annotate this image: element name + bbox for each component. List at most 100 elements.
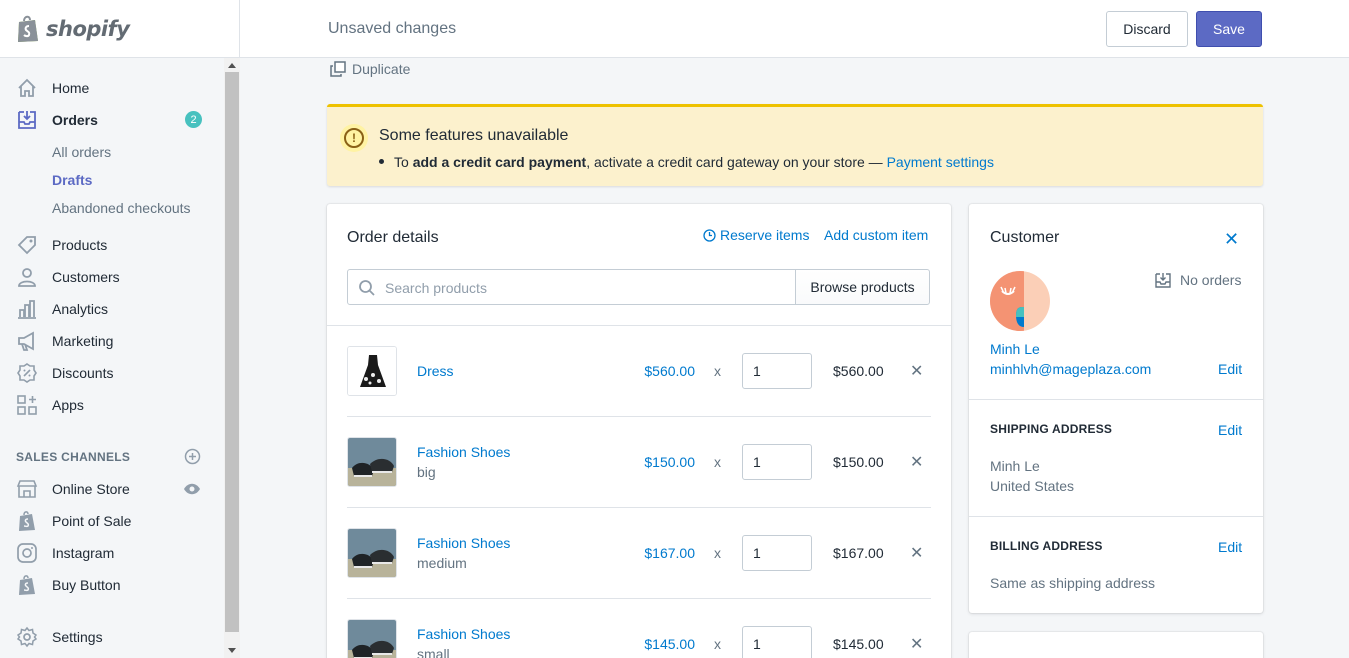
customer-orders-count: No orders bbox=[1155, 272, 1241, 288]
sidebar-item-orders[interactable]: Orders 2 bbox=[0, 104, 224, 136]
add-channel-icon[interactable] bbox=[184, 448, 201, 465]
sidebar-item-settings[interactable]: Settings bbox=[0, 621, 224, 653]
line-item-name[interactable]: Fashion Shoes bbox=[417, 535, 510, 551]
remove-line-item-icon[interactable]: ✕ bbox=[910, 543, 923, 563]
sidebar-item-discounts[interactable]: Discounts bbox=[0, 357, 224, 389]
secondary-card bbox=[969, 632, 1263, 658]
sidebar-item-label: Online Store bbox=[52, 481, 130, 497]
eye-icon[interactable] bbox=[183, 482, 201, 496]
line-item-price[interactable]: $167.00 bbox=[644, 545, 695, 561]
product-thumbnail-shoes bbox=[347, 528, 397, 578]
sidebar-item-online-store[interactable]: Online Store bbox=[0, 473, 224, 505]
quantity-input[interactable]: 1 bbox=[742, 535, 812, 571]
scroll-down-arrow-icon[interactable] bbox=[228, 648, 236, 653]
edit-contact-button[interactable]: Edit bbox=[1218, 361, 1242, 377]
line-item-row: Fashion Shoes small $145.00 x 1 $145.00 … bbox=[347, 599, 931, 658]
orders-count-badge: 2 bbox=[185, 111, 202, 128]
banner-title: Some features unavailable bbox=[379, 127, 569, 144]
sidebar-item-label: Settings bbox=[52, 629, 103, 645]
line-item-name[interactable]: Fashion Shoes bbox=[417, 626, 510, 642]
quantity-input[interactable]: 1 bbox=[742, 444, 812, 480]
billing-address-heading: BILLING ADDRESS bbox=[990, 539, 1103, 553]
search-products-input[interactable]: Search products bbox=[347, 269, 796, 305]
line-item-name[interactable]: Fashion Shoes bbox=[417, 444, 510, 460]
warning-icon: ! bbox=[340, 124, 368, 152]
remove-line-item-icon[interactable]: ✕ bbox=[910, 634, 923, 654]
duplicate-action[interactable]: Duplicate bbox=[330, 61, 410, 77]
tag-icon bbox=[17, 236, 36, 255]
remove-line-item-icon[interactable]: ✕ bbox=[910, 452, 923, 472]
duplicate-label: Duplicate bbox=[352, 61, 411, 77]
sidebar-item-point-of-sale[interactable]: Point of Sale bbox=[0, 505, 224, 537]
shoes-image bbox=[348, 529, 396, 577]
order-details-title: Order details bbox=[347, 229, 439, 246]
sales-channels-heading: SALES CHANNELS bbox=[16, 450, 131, 464]
sidebar-item-apps[interactable]: Apps bbox=[0, 389, 224, 421]
quantity-input[interactable]: 1 bbox=[742, 626, 812, 658]
discard-button[interactable]: Discard bbox=[1106, 11, 1188, 47]
line-item-total: $560.00 bbox=[833, 363, 884, 379]
reserve-items-link[interactable]: Reserve items bbox=[703, 227, 809, 243]
sidebar-item-buy-button[interactable]: Buy Button bbox=[0, 569, 224, 601]
sidebar-item-marketing[interactable]: Marketing bbox=[0, 325, 224, 357]
line-item-variant: big bbox=[417, 464, 436, 480]
divider bbox=[969, 516, 1263, 517]
shopify-bag-icon bbox=[19, 575, 35, 595]
line-item-row: Dress $560.00 x 1 $560.00 ✕ bbox=[347, 326, 931, 417]
bar-chart-icon bbox=[18, 300, 36, 319]
line-item-price[interactable]: $145.00 bbox=[644, 636, 695, 652]
search-icon bbox=[359, 280, 375, 296]
sidebar-item-label: Point of Sale bbox=[52, 513, 132, 529]
sidebar-item-label: Instagram bbox=[52, 545, 115, 561]
line-item-name[interactable]: Dress bbox=[417, 363, 454, 379]
edit-billing-button[interactable]: Edit bbox=[1218, 539, 1242, 555]
banner-text-middle: , activate a credit card gateway on your… bbox=[586, 154, 887, 170]
customer-avatar-image bbox=[990, 271, 1050, 331]
customer-name-link[interactable]: Minh Le bbox=[990, 341, 1040, 357]
scroll-up-arrow-icon[interactable] bbox=[228, 63, 236, 68]
line-item-variant: medium bbox=[417, 555, 467, 571]
sidebar-subitem-all-orders[interactable]: All orders bbox=[52, 144, 111, 160]
product-thumbnail-shoes bbox=[347, 619, 397, 658]
line-item-price[interactable]: $560.00 bbox=[644, 363, 695, 379]
sidebar-subitem-abandoned-checkouts[interactable]: Abandoned checkouts bbox=[52, 200, 191, 216]
sidebar-item-label: Marketing bbox=[52, 333, 114, 349]
customer-email-link[interactable]: minhlvh@mageplaza.com bbox=[990, 361, 1151, 377]
shopify-logo[interactable]: shopify bbox=[0, 0, 239, 58]
sidebar-item-analytics[interactable]: Analytics bbox=[0, 293, 224, 325]
sidebar-item-instagram[interactable]: Instagram bbox=[0, 537, 224, 569]
sidebar-item-products[interactable]: Products bbox=[0, 229, 224, 261]
quantity-input[interactable]: 1 bbox=[742, 353, 812, 389]
add-custom-item-link[interactable]: Add custom item bbox=[824, 227, 928, 243]
sidebar-item-label: Apps bbox=[52, 397, 84, 413]
warning-banner: ! Some features unavailable To add a cre… bbox=[327, 104, 1263, 186]
shipping-country: United States bbox=[990, 478, 1075, 494]
discount-icon bbox=[17, 363, 37, 383]
sidebar-subitem-drafts[interactable]: Drafts bbox=[52, 172, 92, 188]
edit-shipping-button[interactable]: Edit bbox=[1218, 422, 1242, 438]
remove-line-item-icon[interactable]: ✕ bbox=[910, 361, 923, 381]
sidebar-scrollbar[interactable] bbox=[224, 58, 240, 658]
payment-settings-link[interactable]: Payment settings bbox=[887, 154, 994, 170]
avatar bbox=[990, 271, 1050, 331]
sidebar-item-customers[interactable]: Customers bbox=[0, 261, 224, 293]
gear-icon bbox=[16, 626, 38, 648]
scrollbar-thumb[interactable] bbox=[225, 72, 239, 632]
browse-products-button[interactable]: Browse products bbox=[795, 269, 930, 305]
sidebar-item-label: Orders bbox=[52, 112, 98, 128]
orders-icon bbox=[18, 111, 36, 129]
no-orders-label: No orders bbox=[1180, 272, 1242, 288]
product-thumbnail-shoes bbox=[347, 437, 397, 487]
sidebar-item-home[interactable]: Home bbox=[0, 72, 224, 104]
contextual-save-bar: Unsaved changes Discard Save bbox=[240, 0, 1349, 58]
remove-customer-close-icon[interactable]: ✕ bbox=[1224, 229, 1239, 250]
line-item-row: Fashion Shoes big $150.00 x 1 $150.00 ✕ bbox=[347, 417, 931, 508]
clock-icon bbox=[703, 228, 716, 242]
dress-image bbox=[348, 347, 396, 395]
line-item-total: $150.00 bbox=[833, 454, 884, 470]
line-item-total: $167.00 bbox=[833, 545, 884, 561]
multiply-sign: x bbox=[714, 454, 721, 470]
save-button[interactable]: Save bbox=[1196, 11, 1262, 47]
multiply-sign: x bbox=[714, 545, 721, 561]
line-item-price[interactable]: $150.00 bbox=[644, 454, 695, 470]
